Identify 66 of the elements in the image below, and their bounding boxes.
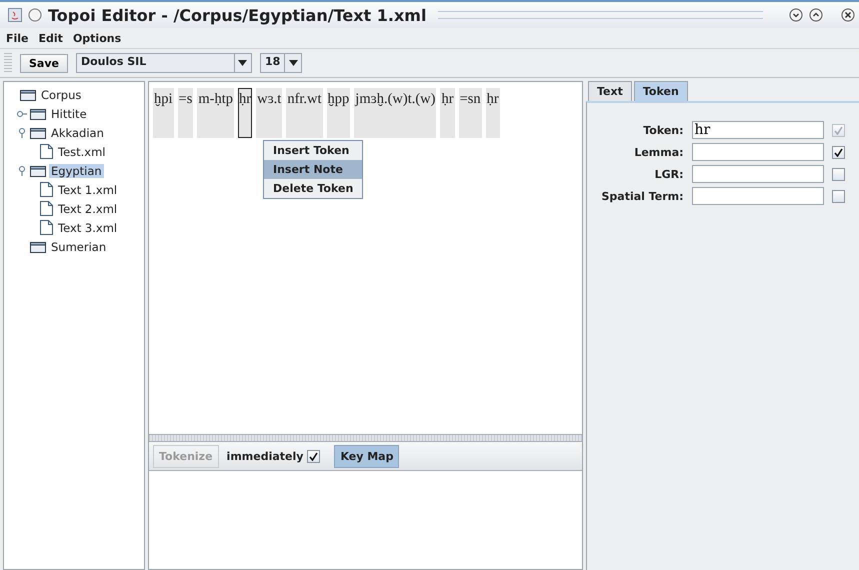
input-field[interactable] [692,187,824,205]
minimize-button[interactable] [789,8,803,22]
circle-icon[interactable] [28,8,42,22]
caret-icon [288,60,298,66]
tab[interactable]: Token [634,81,688,101]
file-icon [40,182,53,197]
immediately-label: immediately [226,450,304,462]
save-button[interactable]: Save [20,54,68,72]
caret-icon [238,60,248,66]
token[interactable]: ḫpi [153,88,174,138]
checkbox[interactable] [832,190,845,202]
key-map-button[interactable]: Key Map [334,444,400,468]
input-field[interactable] [692,165,824,183]
tree-item[interactable]: Text 3.xml [56,220,120,234]
menu-item[interactable]: Delete Token [264,179,362,198]
tree-item[interactable]: Egyptian [49,164,104,178]
file-icon [40,220,53,235]
menu-item[interactable]: Edit [38,32,63,44]
field-label: LGR: [654,168,684,180]
token[interactable]: ḥr [238,88,252,138]
tree-item[interactable]: Corpus [39,88,84,102]
token[interactable]: ḥr [440,88,455,138]
checkbox[interactable] [832,146,845,158]
tree-item[interactable]: Text 1.xml [56,182,120,196]
folder-icon [30,240,46,252]
expanded-handle-icon[interactable] [17,166,27,176]
field-label: Token: [642,124,684,136]
folder-icon [30,126,46,138]
file-icon [40,144,53,159]
input-field[interactable] [692,143,824,161]
menu-item[interactable]: File [6,32,29,44]
tree-item[interactable]: Text 2.xml [56,202,120,216]
tree-item[interactable]: Akkadian [49,126,106,140]
token[interactable]: =sn [458,88,482,138]
font-dropdown[interactable]: Doulos SIL [76,53,252,73]
window-title: Topoi Editor - /Corpus/Egyptian/Text 1.xml [48,6,426,24]
file-icon [40,201,53,216]
tree-item[interactable]: Hittite [49,106,89,120]
title-bar-grip[interactable] [438,11,763,19]
expanded-handle-icon[interactable] [17,128,27,138]
folder-icon [20,88,36,100]
field-label: Lemma: [633,146,684,158]
checkbox[interactable] [832,168,845,180]
folder-icon [30,108,46,120]
collapsed-handle-icon[interactable] [17,108,27,118]
checkbox[interactable] [307,450,320,462]
folder-icon [30,164,46,176]
token[interactable]: ḫpp [326,88,350,138]
token[interactable]: jmɜḫ.(w)t.(w) [354,88,436,138]
menu-item[interactable]: Options [72,32,122,44]
token[interactable]: m-ḥtp [197,88,234,138]
menu-item[interactable]: Insert Token [264,141,362,160]
close-button[interactable] [841,8,855,22]
field-label: Spatial Term: [600,190,684,202]
menu-item[interactable]: Insert Note [264,160,362,179]
token[interactable]: =s [178,88,194,138]
tab[interactable]: Text [588,81,632,101]
token[interactable]: nfr.wt [286,88,323,138]
maximize-button[interactable] [809,8,823,22]
token[interactable]: wɜ.t [256,88,282,138]
tree-item[interactable]: Test.xml [56,144,108,158]
tree-item[interactable]: Sumerian [49,240,108,254]
size-dropdown[interactable]: 18 [260,53,302,73]
java-icon [8,8,22,22]
text-editor[interactable]: ḫpi =s m-ḥtp ḥr wɜ.t nfr.wt ḫpp jmɜḫ.(w)t.(w) ḥr =sn ḥr Insert Token Insert Note Delete Token [149,82,582,434]
token[interactable]: ḥr [486,88,500,138]
